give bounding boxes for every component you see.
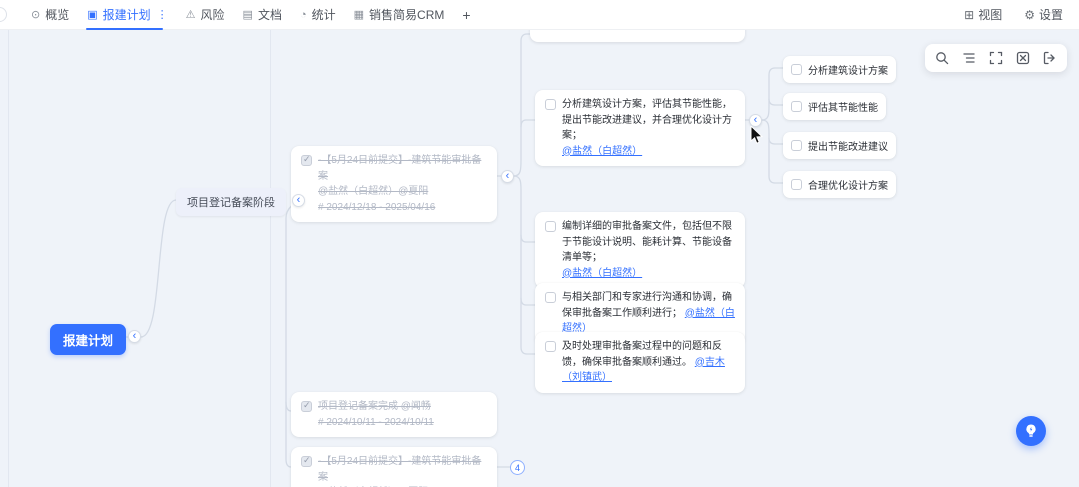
mention-link[interactable]: @盐然（白超然） bbox=[562, 144, 735, 160]
assistant-button[interactable] bbox=[1016, 416, 1046, 446]
tab-more-menu-icon[interactable]: ⋮ bbox=[157, 8, 168, 21]
add-tab-button[interactable]: + bbox=[453, 7, 479, 23]
leaf-task-card[interactable]: 分析建筑设计方案 bbox=[783, 56, 896, 83]
tab-list: ⊙ 概览 ▣ 报建计划 ⋮ ⚠ 风险 ▤ 文档 ◔ 统计 ▦ 销售简易CRM + bbox=[22, 0, 480, 30]
lightbulb-icon bbox=[1026, 424, 1036, 437]
collapse-toggle-icon[interactable]: ‹ bbox=[501, 170, 514, 183]
collapse-toggle-icon[interactable]: ‹ bbox=[749, 114, 762, 127]
leaf-task-text: 评估其节能性能 bbox=[808, 103, 878, 114]
root-node[interactable]: 报建计划 bbox=[50, 324, 127, 355]
tab-overview[interactable]: ⊙ 概览 bbox=[22, 0, 78, 30]
checkbox-icon[interactable] bbox=[545, 221, 556, 232]
view-button[interactable]: ⊞ 视图 bbox=[964, 6, 1002, 23]
tab-plan[interactable]: ▣ 报建计划 ⋮ bbox=[78, 0, 176, 30]
subtask-text: 分析建筑设计方案，评估其节能性能，提出节能改进建议，并合理优化设计方案； bbox=[562, 99, 732, 141]
task-assignees: @盐然（白超然）@夏阳 bbox=[318, 186, 429, 197]
checkbox-icon[interactable] bbox=[545, 292, 556, 303]
canvas-guide-line bbox=[8, 30, 9, 487]
checkbox-icon[interactable] bbox=[545, 99, 556, 110]
present-icon[interactable] bbox=[1043, 51, 1057, 65]
leaf-task-text: 合理优化设计方案 bbox=[808, 181, 888, 192]
leaf-task-text: 分析建筑设计方案 bbox=[808, 66, 888, 77]
checkbox-checked-icon[interactable] bbox=[301, 153, 312, 167]
leaf-task-card[interactable]: 提出节能改进建议 bbox=[783, 132, 896, 159]
view-grid-icon: ⊞ bbox=[964, 7, 975, 22]
document-icon: ▤ bbox=[242, 9, 253, 21]
pie-chart-icon: ◔ bbox=[299, 8, 307, 21]
mouse-cursor bbox=[750, 124, 765, 151]
topbar-actions: ⊞ 视图 ⚙ 设置 bbox=[964, 6, 1079, 23]
fit-screen-icon[interactable] bbox=[989, 51, 1003, 65]
settings-label: 设置 bbox=[1038, 8, 1063, 22]
tab-label: 风险 bbox=[200, 8, 225, 22]
tab-label: 概览 bbox=[45, 8, 70, 22]
mindmap-canvas[interactable]: 报建计划 ‹ 项目登记备案阶段 ‹ -【5月24日前提交】-建筑节能审批备案 @… bbox=[0, 30, 1079, 487]
subtask-card[interactable]: 编制详细的审批备案文件，包括但不限于节能设计说明、能耗计算、节能设备清单等； @… bbox=[535, 212, 745, 288]
task-card-energy-approval-2[interactable]: -【5月24日前提交】-建筑节能审批备案 @盐然（白超然）@夏阳 # 2024/… bbox=[291, 447, 497, 487]
collapsed-children-count-badge[interactable]: 4 bbox=[510, 460, 525, 475]
task-card-registration-done[interactable]: 项目登记备案完成 @闻畅 # 2024/10/11 - 2024/10/11 bbox=[291, 392, 497, 437]
tab-label: 文档 bbox=[257, 8, 282, 22]
task-title: 项目登记备案完成 @闻畅 bbox=[318, 401, 431, 412]
task-card-clipped[interactable] bbox=[530, 30, 745, 42]
view-label: 视图 bbox=[978, 8, 1003, 22]
leaf-task-card[interactable]: 合理优化设计方案 bbox=[783, 171, 896, 198]
checkbox-icon[interactable] bbox=[791, 179, 802, 190]
sidebar-toggle-button[interactable] bbox=[0, 7, 7, 22]
settings-button[interactable]: ⚙ 设置 bbox=[1024, 6, 1063, 23]
mindmap-icon: ▣ bbox=[87, 9, 98, 21]
warning-icon: ⚠ bbox=[185, 9, 196, 21]
canvas-guide-line bbox=[270, 30, 271, 487]
tab-risk[interactable]: ⚠ 风险 bbox=[177, 0, 234, 30]
task-dates: # 2024/12/18 - 2025/04/16 bbox=[318, 201, 436, 213]
collapse-toggle-icon[interactable]: ‹ bbox=[292, 194, 305, 207]
tab-label: 统计 bbox=[311, 8, 336, 22]
subtask-text: 编制详细的审批备案文件，包括但不限于节能设计说明、能耗计算、节能设备清单等； bbox=[562, 221, 732, 263]
app-window: ⊙ 概览 ▣ 报建计划 ⋮ ⚠ 风险 ▤ 文档 ◔ 统计 ▦ 销售简易CRM +… bbox=[0, 0, 1079, 487]
checkbox-checked-icon[interactable] bbox=[301, 399, 312, 413]
leaf-task-text: 提出节能改进建议 bbox=[808, 142, 888, 153]
tab-stats[interactable]: ◔ 统计 bbox=[291, 0, 345, 30]
checkbox-icon[interactable] bbox=[791, 140, 802, 151]
task-dates: # 2024/10/11 - 2024/10/11 bbox=[318, 416, 434, 428]
canvas-toolbar bbox=[925, 44, 1067, 72]
tab-crm[interactable]: ▦ 销售简易CRM bbox=[345, 0, 454, 30]
zoom-search-icon[interactable] bbox=[935, 51, 949, 65]
collapse-toggle-icon[interactable]: ‹ bbox=[128, 330, 141, 343]
locate-icon[interactable] bbox=[1016, 51, 1030, 65]
checkbox-icon[interactable] bbox=[791, 64, 802, 75]
tab-docs[interactable]: ▤ 文档 bbox=[234, 0, 291, 30]
checkbox-checked-icon[interactable] bbox=[301, 454, 312, 468]
grid-icon: ▦ bbox=[353, 9, 365, 21]
gear-icon: ⚙ bbox=[1024, 7, 1035, 22]
subtask-card[interactable]: 及时处理审批备案过程中的问题和反馈，确保审批备案顺利通过。 @吉木（刘镇武） bbox=[535, 332, 745, 393]
checkbox-icon[interactable] bbox=[791, 101, 802, 112]
leaf-task-card[interactable]: 评估其节能性能 bbox=[783, 93, 886, 120]
mention-link[interactable]: @盐然（白超然） bbox=[562, 266, 735, 282]
top-tab-bar: ⊙ 概览 ▣ 报建计划 ⋮ ⚠ 风险 ▤ 文档 ◔ 统计 ▦ 销售简易CRM +… bbox=[0, 0, 1079, 30]
tab-label: 销售简易CRM bbox=[369, 8, 445, 22]
outline-icon[interactable] bbox=[962, 51, 976, 65]
task-title: -【5月24日前提交】-建筑节能审批备案 bbox=[318, 456, 482, 483]
overview-icon: ⊙ bbox=[31, 9, 41, 21]
checkbox-icon[interactable] bbox=[545, 341, 556, 352]
task-card-energy-approval[interactable]: -【5月24日前提交】-建筑节能审批备案 @盐然（白超然）@夏阳 # 2024/… bbox=[291, 146, 497, 222]
subtask-card[interactable]: 分析建筑设计方案，评估其节能性能，提出节能改进建议，并合理优化设计方案； @盐然… bbox=[535, 90, 745, 166]
tab-label: 报建计划 bbox=[102, 8, 151, 22]
stage-node[interactable]: 项目登记备案阶段 bbox=[176, 188, 286, 216]
task-title: -【5月24日前提交】-建筑节能审批备案 bbox=[318, 155, 482, 182]
